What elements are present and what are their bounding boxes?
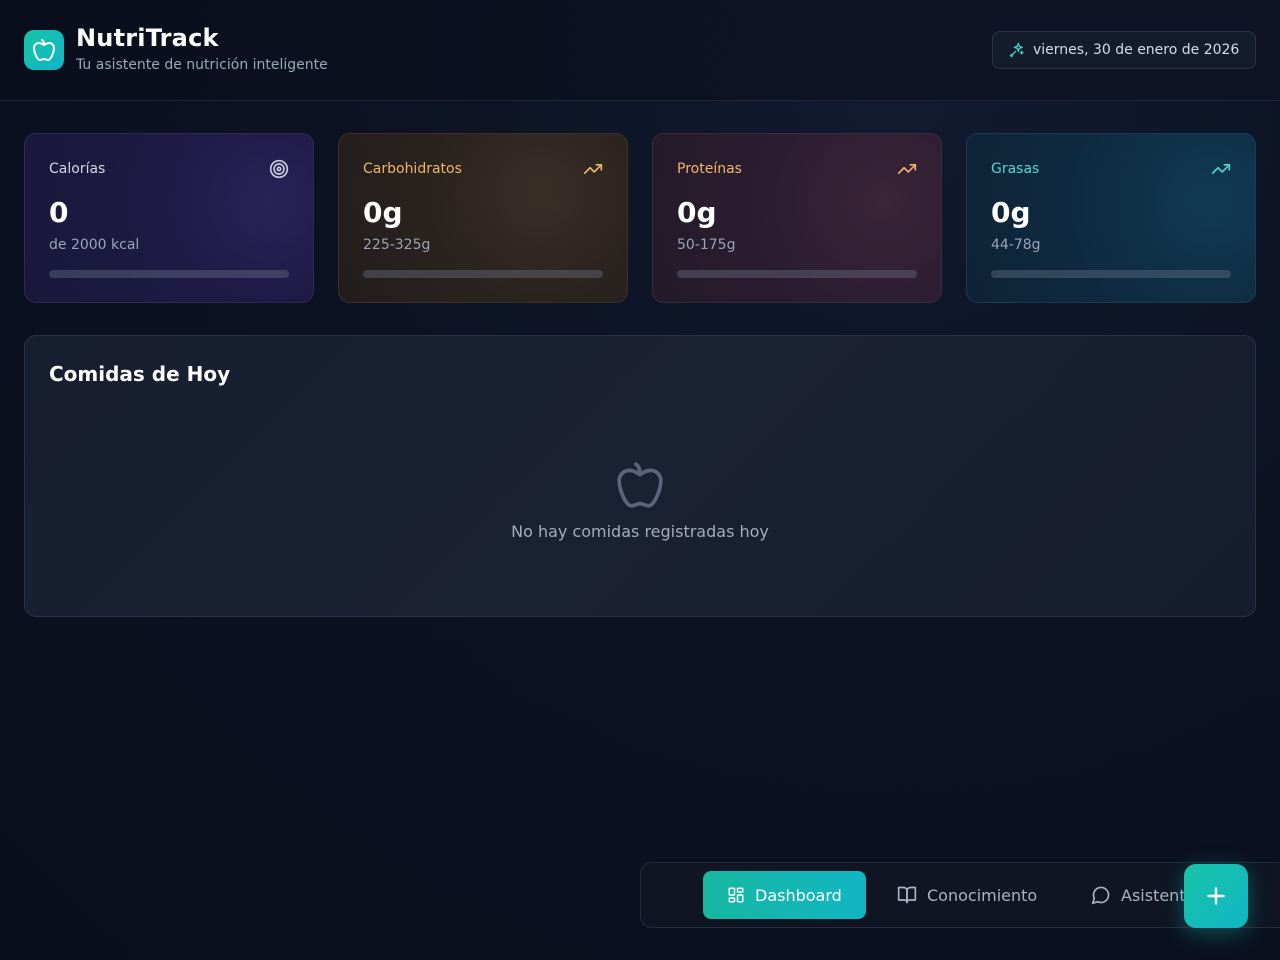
nav-item-assistant[interactable]: Asistente: [1091, 871, 1195, 919]
trending-up-icon: [897, 164, 917, 174]
fat-target: 44-78g: [991, 237, 1041, 253]
fat-progress-bar: [991, 270, 1231, 278]
app-header: NutriTrack Tu asistente de nutrición int…: [0, 0, 1280, 101]
app-logo: [24, 30, 64, 70]
target-icon: [269, 159, 289, 179]
protein-value: 0g: [677, 196, 717, 229]
nav-item-knowledge[interactable]: Conocimiento: [897, 871, 1037, 919]
book-icon: [897, 886, 917, 904]
nav-label-knowledge: Conocimiento: [927, 885, 1038, 905]
plus-icon: [1207, 887, 1225, 905]
empty-meals-message: No hay comidas registradas hoy: [511, 522, 769, 541]
add-meal-button[interactable]: [1184, 864, 1248, 928]
protein-target: 50-175g: [677, 237, 736, 253]
carbs-card: Carbohidratos 0g 225-325g: [338, 133, 628, 303]
calories-card: Calorías 0 de 2000 kcal: [24, 133, 314, 303]
calories-progress-bar: [49, 270, 289, 278]
protein-progress-bar: [677, 270, 917, 278]
calories-target: de 2000 kcal: [49, 237, 140, 253]
sparkles-icon: [1009, 42, 1024, 58]
app-title: NutriTrack: [76, 24, 219, 52]
carbs-value: 0g: [363, 196, 403, 229]
trending-up-icon: [583, 164, 603, 174]
calories-value: 0: [49, 196, 69, 229]
carbs-target: 225-325g: [363, 237, 431, 253]
protein-card: Proteínas 0g 50-175g: [652, 133, 942, 303]
fat-card: Grasas 0g 44-78g: [966, 133, 1256, 303]
meals-title: Comidas de Hoy: [49, 362, 231, 386]
calories-label: Calorías: [49, 161, 106, 177]
meals-panel: Comidas de Hoy No hay comidas registrada…: [24, 335, 1256, 617]
carbs-label: Carbohidratos: [363, 161, 462, 177]
fat-label: Grasas: [991, 161, 1040, 177]
current-date: viernes, 30 de enero de 2026: [1033, 42, 1240, 58]
carbs-progress-bar: [363, 270, 603, 278]
apple-icon: [617, 462, 663, 508]
date-chip: viernes, 30 de enero de 2026: [992, 31, 1256, 69]
nav-label-dashboard: Dashboard: [755, 885, 842, 905]
protein-label: Proteínas: [677, 161, 742, 177]
dashboard-icon: [728, 887, 744, 903]
chat-icon: [1091, 886, 1110, 905]
apple-icon: [33, 39, 55, 61]
trending-up-icon: [1211, 164, 1231, 174]
fat-value: 0g: [991, 196, 1031, 229]
nav-item-dashboard[interactable]: Dashboard: [703, 871, 866, 919]
app-subtitle: Tu asistente de nutrición inteligente: [76, 57, 328, 73]
